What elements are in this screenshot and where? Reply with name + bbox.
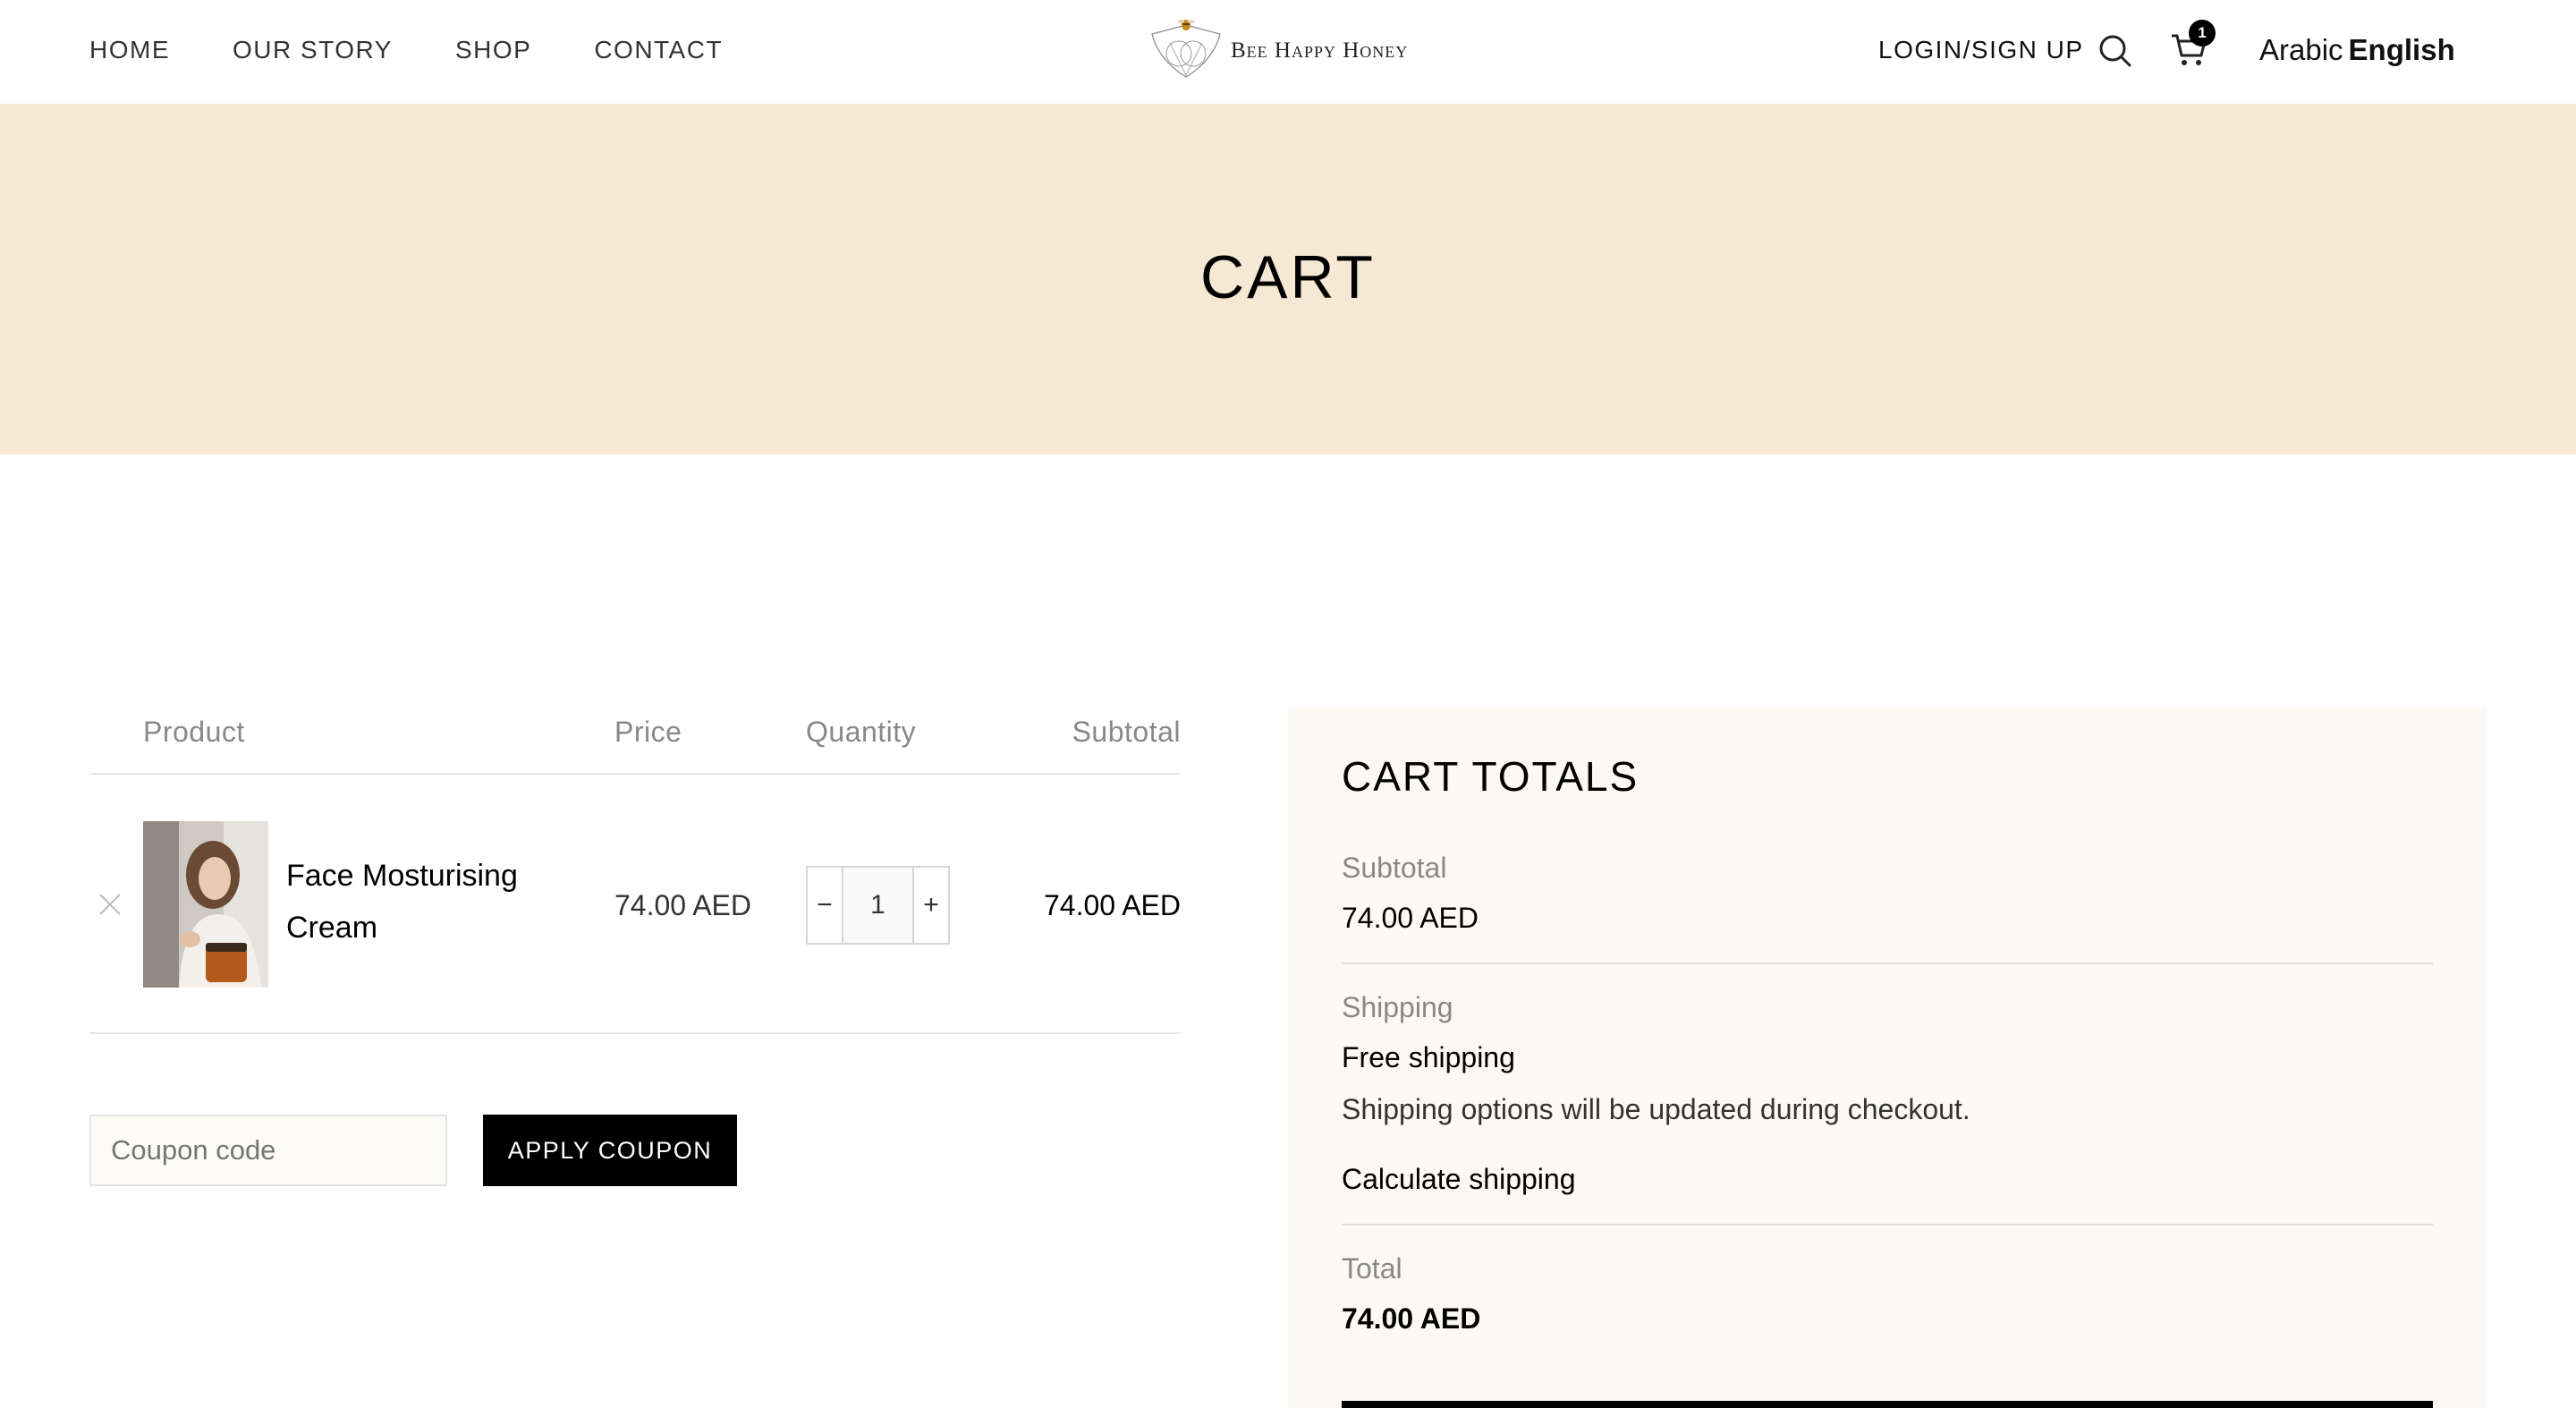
logo-text: Bee Happy Honey — [1231, 38, 1409, 63]
quantity-stepper: − 1 + — [806, 866, 950, 945]
site-logo[interactable]: Bee Happy Honey — [1143, 16, 1408, 81]
shipping-note: Shipping options will be updated during … — [1342, 1093, 1970, 1125]
product-subtotal: 74.00 AED — [1044, 889, 1181, 921]
page-title: CART — [1200, 243, 1376, 311]
nav-home[interactable]: HOME — [89, 34, 170, 66]
quantity-increase-button[interactable]: + — [914, 868, 948, 943]
product-image-icon — [143, 821, 268, 988]
cart-totals-title: CART TOTALS — [1342, 753, 1640, 800]
main-nav: HOME OUR STORY SHOP CONTACT — [89, 34, 785, 66]
col-price: Price — [614, 716, 682, 748]
nav-shop[interactable]: SHOP — [455, 34, 531, 66]
language-switcher: Arabic English — [2259, 32, 2455, 68]
lang-arabic[interactable]: Arabic — [2259, 33, 2343, 66]
page-banner: CART — [0, 104, 2576, 454]
login-signup-link[interactable]: LOGIN/SIGN UP — [1878, 34, 2084, 66]
col-quantity: Quantity — [806, 716, 917, 748]
apply-coupon-button[interactable]: APPLY COUPON — [483, 1115, 737, 1186]
shipping-method: Free shipping — [1342, 1041, 1515, 1073]
cart-count-badge: 1 — [2189, 20, 2216, 47]
cart-item-row: Face Mosturising Cream 74.00 AED − 1 + 7… — [89, 776, 1181, 1034]
remove-item-icon[interactable] — [97, 891, 123, 918]
subtotal-value: 74.00 AED — [1342, 902, 1479, 934]
coupon-code-input[interactable] — [89, 1115, 447, 1186]
nav-contact[interactable]: CONTACT — [594, 34, 723, 66]
cart-table-header: Product Price Quantity Subtotal — [89, 712, 1181, 775]
divider — [1342, 963, 2433, 964]
calculate-shipping-link[interactable]: Calculate shipping — [1342, 1159, 1576, 1199]
lang-english[interactable]: English — [2349, 33, 2455, 66]
cart-totals-panel: CART TOTALS Subtotal 74.00 AED Shipping … — [1288, 707, 2487, 1408]
proceed-to-checkout-button[interactable] — [1342, 1401, 2433, 1408]
product-name-link[interactable]: Face Mosturising Cream — [286, 850, 572, 954]
total-label: Total — [1342, 1252, 1402, 1285]
col-subtotal: Subtotal — [1072, 716, 1181, 748]
shipping-label: Shipping — [1342, 991, 1453, 1023]
search-icon[interactable] — [2098, 34, 2132, 68]
quantity-decrease-button[interactable]: − — [808, 868, 842, 943]
nav-our-story[interactable]: OUR STORY — [233, 34, 393, 66]
site-header: HOME OUR STORY SHOP CONTACT Bee Happy Ho… — [0, 0, 2576, 104]
col-product: Product — [143, 716, 245, 748]
subtotal-label: Subtotal — [1342, 852, 1447, 884]
quantity-input[interactable]: 1 — [842, 868, 914, 943]
divider — [1342, 1224, 2433, 1226]
bee-logo-icon — [1151, 20, 1221, 78]
product-price: 74.00 AED — [614, 889, 751, 921]
product-thumbnail[interactable] — [143, 821, 268, 988]
total-value: 74.00 AED — [1342, 1302, 1481, 1335]
